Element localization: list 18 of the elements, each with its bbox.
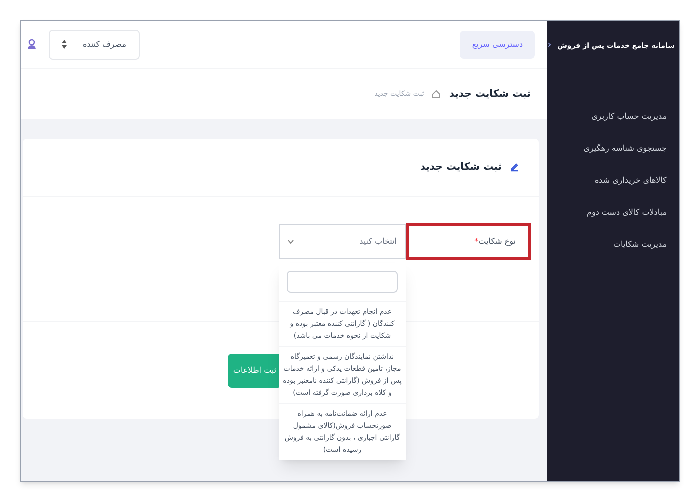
dropdown-search-field[interactable] (287, 271, 398, 293)
complaint-type-select[interactable]: انتخاب کنید (279, 224, 406, 259)
sidebar-item[interactable]: مدیریت حساب کاربری (559, 111, 667, 123)
collapse-button[interactable]: ‹ (546, 41, 554, 51)
field-label: نوع شکایت* (406, 223, 531, 260)
user-icon[interactable] (27, 39, 37, 50)
card-title: ثبت شکایت جدید (420, 161, 502, 175)
chevron-down-icon (288, 240, 294, 244)
sidebar-item[interactable]: کالاهای خریداری شده (559, 175, 667, 187)
sidebar-item[interactable]: جستجوی شناسه رهگیری (559, 143, 667, 155)
sort-icon (62, 40, 67, 49)
edit-icon (510, 163, 519, 172)
page-title: ثبت شکایت جدید (449, 88, 531, 102)
sidebar-item[interactable]: مبادلات کالای دست دوم (559, 207, 667, 219)
quick-access-button[interactable]: دسترسی سریع (460, 30, 535, 58)
sidebar-item[interactable]: مدیریت شکایات (559, 239, 667, 251)
home-icon[interactable] (432, 90, 442, 98)
role-select[interactable]: مصرف کننده (49, 30, 140, 60)
